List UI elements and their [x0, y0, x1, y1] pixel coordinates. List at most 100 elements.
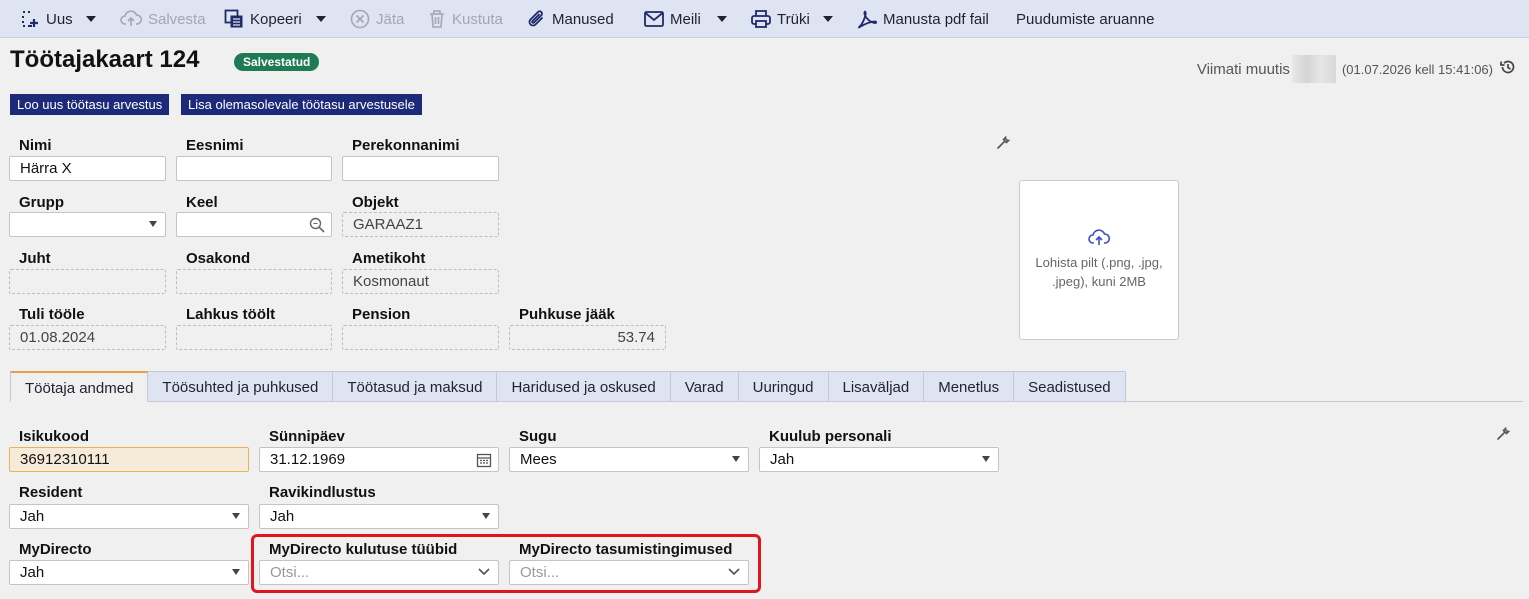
cancel-button-label: Jäta — [376, 10, 405, 28]
attachments-button[interactable]: Manused — [528, 0, 614, 38]
history-icon[interactable] — [1499, 58, 1517, 80]
pdf-icon — [858, 10, 877, 29]
image-upload-dropzone[interactable]: Lohista pilt (.png, .jpg, .jpeg), kuni 2… — [1019, 180, 1179, 340]
ravikindlustus-label: Ravikindlustus — [269, 484, 376, 501]
synnipaev-input[interactable]: 31.12.1969 — [259, 447, 499, 472]
cancel-button[interactable]: Jäta — [350, 0, 404, 38]
new-button-label: Uus — [46, 10, 73, 28]
mydirecto-kulutuse-select[interactable]: Otsi... — [259, 560, 499, 585]
tab-tootasud-ja-maksud[interactable]: Töötasud ja maksud — [333, 371, 498, 402]
kuulub-personali-select[interactable]: Jah — [759, 447, 999, 472]
blurred-username — [1291, 55, 1336, 83]
last-modified: Viimati muutis (01.07.2026 kell 15:41:06… — [1197, 55, 1517, 83]
mydirecto-select[interactable]: Jah — [9, 560, 249, 585]
osakond-field — [176, 269, 332, 294]
new-button[interactable]: Uus — [20, 0, 73, 38]
attach-pdf-button-label: Manusta pdf fail — [883, 10, 989, 28]
lahkus-toolt-field — [176, 325, 332, 350]
chevron-down-icon — [478, 568, 490, 576]
objekt-label: Objekt — [352, 194, 399, 211]
save-button-label: Salvesta — [148, 10, 206, 28]
mail-dropdown-caret[interactable] — [717, 0, 727, 38]
ametikoht-field: Kosmonaut — [342, 269, 499, 294]
isikukood-label: Isikukood — [19, 428, 90, 445]
toolbar: Uus Salvesta Kopeeri Jäta Kustuta Manuse… — [0, 0, 1529, 38]
search-icon[interactable] — [309, 217, 325, 233]
dropdown-arrow-icon — [149, 221, 157, 227]
grupp-label: Grupp — [19, 194, 64, 211]
caret-down-icon — [316, 16, 326, 22]
tab-varad[interactable]: Varad — [670, 371, 739, 402]
cloud-upload-icon — [120, 10, 142, 26]
caret-down-icon — [823, 16, 833, 22]
save-button[interactable]: Salvesta — [120, 0, 206, 38]
absence-report-button[interactable]: Puudumiste aruanne — [1016, 0, 1154, 38]
ravikindlustus-select[interactable]: Jah — [259, 504, 499, 529]
wrench-icon[interactable] — [1497, 427, 1510, 440]
new-dropdown-caret[interactable] — [86, 0, 96, 38]
cancel-circle-icon — [350, 9, 370, 29]
chevron-down-icon — [728, 568, 740, 576]
grupp-select[interactable] — [9, 212, 166, 237]
add-to-salary-calc-button[interactable]: Lisa olemasolevale töötasu arvestusele — [181, 94, 422, 115]
juht-label: Juht — [19, 250, 51, 267]
copy-dropdown-caret[interactable] — [316, 0, 326, 38]
resident-select[interactable]: Jah — [9, 504, 249, 529]
nimi-label: Nimi — [19, 137, 52, 154]
copy-button[interactable]: Kopeeri — [224, 0, 302, 38]
sugu-label: Sugu — [519, 428, 557, 445]
isikukood-input[interactable]: 36912310111 — [9, 447, 249, 472]
copy-button-label: Kopeeri — [250, 10, 302, 28]
keel-label: Keel — [186, 194, 218, 211]
nimi-input[interactable]: Härra X — [9, 156, 166, 181]
wrench-icon[interactable] — [997, 136, 1010, 149]
cloud-upload-icon — [1088, 229, 1110, 245]
dropdown-arrow-icon — [732, 456, 740, 462]
tab-uuringud[interactable]: Uuringud — [738, 371, 829, 402]
print-button[interactable]: Trüki — [751, 0, 810, 38]
upload-hint: Lohista pilt (.png, .jpg, .jpeg), kuni 2… — [1035, 255, 1163, 289]
caret-down-icon — [717, 16, 727, 22]
calendar-icon[interactable] — [476, 452, 492, 468]
caret-down-icon — [86, 16, 96, 22]
resident-value: Jah — [20, 508, 45, 525]
perekonnanimi-label: Perekonnanimi — [352, 137, 460, 154]
osakond-label: Osakond — [186, 250, 251, 267]
sugu-select[interactable]: Mees — [509, 447, 749, 472]
new-salary-calc-button[interactable]: Loo uus töötasu arvestus — [10, 94, 170, 115]
trash-icon — [430, 10, 444, 28]
eesnimi-input[interactable] — [176, 156, 332, 181]
tab-bar: Töötaja andmed Töösuhted ja puhkused Töö… — [10, 371, 1126, 402]
pension-field — [342, 325, 499, 350]
tab-seadistused[interactable]: Seadistused — [1014, 371, 1126, 402]
mail-button[interactable]: Meili — [644, 0, 701, 38]
status-badge: Salvestatud — [234, 53, 320, 71]
mydirecto-tasumis-placeholder: Otsi... — [520, 564, 560, 581]
tab-lisavaljad[interactable]: Lisaväljad — [828, 371, 925, 402]
tab-toosuhted-ja-puhkused[interactable]: Töösuhted ja puhkused — [148, 371, 334, 402]
mydirecto-tasumis-select[interactable]: Otsi... — [509, 560, 749, 585]
tab-tootaja-andmed[interactable]: Töötaja andmed — [10, 371, 149, 402]
dropdown-arrow-icon — [232, 569, 240, 575]
tab-menetlus[interactable]: Menetlus — [924, 371, 1015, 402]
paperclip-icon — [528, 10, 543, 27]
objekt-field: GARAAZ1 — [342, 212, 499, 237]
synnipaev-value: 31.12.1969 — [270, 451, 346, 468]
printer-icon — [751, 10, 771, 28]
perekonnanimi-input[interactable] — [342, 156, 499, 181]
attachments-button-label: Manused — [552, 10, 614, 28]
new-document-icon — [22, 11, 38, 27]
last-modified-label: Viimati muutis — [1196, 60, 1290, 78]
juht-field — [9, 269, 166, 294]
print-dropdown-caret[interactable] — [823, 0, 833, 38]
attach-pdf-button[interactable]: Manusta pdf fail — [857, 0, 989, 38]
eesnimi-label: Eesnimi — [186, 137, 244, 154]
synnipaev-label: Sünnipäev — [269, 428, 345, 445]
tab-haridused-ja-oskused[interactable]: Haridused ja oskused — [497, 371, 671, 402]
delete-button[interactable]: Kustuta — [428, 0, 503, 38]
tabs-divider — [10, 401, 1523, 402]
ravikindlustus-value: Jah — [270, 508, 295, 525]
dropdown-arrow-icon — [232, 513, 240, 519]
kuulub-personali-value: Jah — [770, 451, 795, 468]
keel-input[interactable] — [176, 212, 332, 237]
